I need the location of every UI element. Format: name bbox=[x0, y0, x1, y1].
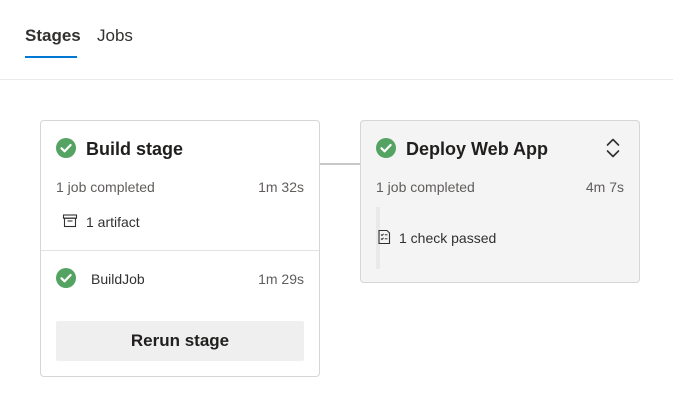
checks-passed-link[interactable]: 1 check passed bbox=[399, 229, 496, 247]
check-circle-icon bbox=[56, 138, 76, 158]
deploy-stage-title: Deploy Web App bbox=[406, 139, 549, 159]
job-name-buildjob[interactable]: BuildJob bbox=[91, 270, 145, 288]
tab-jobs[interactable]: Jobs bbox=[97, 26, 133, 46]
build-stage-status: 1 job completed bbox=[56, 179, 155, 195]
stage-tabs: Stages Jobs bbox=[0, 0, 673, 80]
build-stage-duration: 1m 32s bbox=[258, 179, 304, 195]
build-stage-card[interactable]: Build stage 1 job completed 1m 32s 1 art… bbox=[40, 120, 320, 377]
check-circle-icon bbox=[376, 138, 396, 158]
build-stage-title: Build stage bbox=[86, 139, 184, 159]
deploy-stage-card[interactable]: Deploy Web App 1 job completed 4m 7s 1 c… bbox=[360, 120, 640, 283]
deploy-stage-status: 1 job completed bbox=[376, 179, 475, 195]
build-artifact-link[interactable]: 1 artifact bbox=[86, 213, 140, 231]
artifact-icon bbox=[62, 213, 78, 229]
deploy-stage-duration: 4m 7s bbox=[585, 179, 624, 195]
check-circle-icon bbox=[56, 268, 76, 288]
active-tab-indicator bbox=[25, 56, 77, 58]
job-duration-buildjob: 1m 29s bbox=[258, 271, 304, 287]
tab-stages[interactable]: Stages bbox=[25, 26, 81, 46]
checklist-icon bbox=[376, 229, 392, 245]
card-divider bbox=[41, 250, 319, 251]
expand-collapse-icon[interactable] bbox=[603, 136, 623, 160]
stage-connector bbox=[320, 163, 360, 165]
rerun-stage-button[interactable]: Rerun stage bbox=[56, 321, 304, 361]
